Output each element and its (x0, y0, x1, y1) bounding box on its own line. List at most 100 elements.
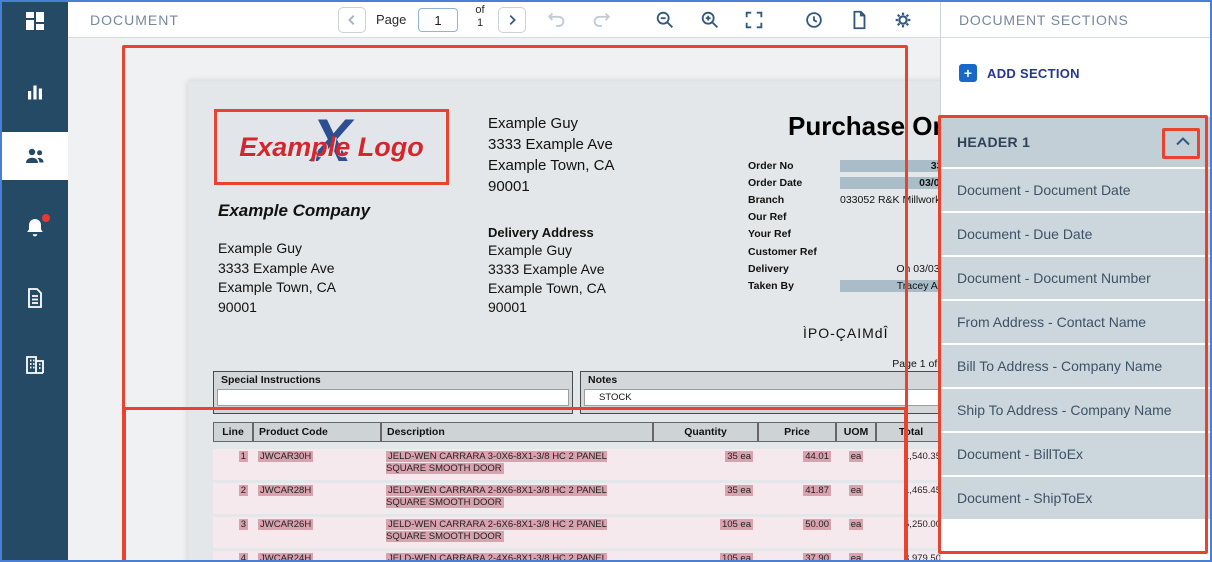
prev-page-button[interactable] (338, 7, 366, 33)
cell-total: 1,540.35 (876, 449, 946, 480)
section-item[interactable]: Document - Document Date (941, 169, 1212, 211)
address-line: 3333 Example Ave (218, 259, 336, 279)
table-row[interactable]: 4JWCAR24HJELD-WEN CARRARA 2-4X6-8X1-3/8 … (213, 551, 946, 562)
section-item[interactable]: Bill To Address - Company Name (941, 345, 1212, 387)
cell-desc-text: JELD-WEN CARRARA 2-4X6-8X1-3/8 HC 2 PANE… (386, 553, 607, 562)
barcode-text: ÌPO-ÇAIMdÎ (803, 325, 888, 341)
line-items-table: LineProduct CodeDescriptionQuantityPrice… (213, 422, 946, 562)
section-group-header[interactable]: HEADER 1 (941, 117, 1212, 167)
section-item[interactable]: Document - BillToEx (941, 433, 1212, 475)
zoom-in-icon[interactable] (699, 9, 721, 31)
address-line: 90001 (218, 298, 336, 318)
sidebar-item-notifications[interactable] (2, 206, 68, 254)
add-section-button[interactable]: + ADD SECTION (959, 64, 1212, 82)
address-line: 90001 (488, 298, 606, 317)
po-field-row: Order Date03/03/20 (748, 174, 960, 191)
dashboard-icon[interactable] (23, 9, 47, 33)
section-item[interactable]: Ship To Address - Company Name (941, 389, 1212, 431)
sidebar (2, 2, 68, 560)
toolbar: DOCUMENT Page of1 (68, 2, 940, 38)
po-field-label: Taken By (748, 280, 840, 292)
cell-qty: 35 ea (653, 449, 758, 480)
cell-line: 1 (213, 449, 253, 480)
items-header-cell: Description (381, 422, 653, 442)
cell-price-text: 44.01 (803, 451, 831, 462)
file-icon[interactable] (848, 9, 870, 31)
po-field-label: Customer Ref (748, 246, 840, 258)
items-header-cell: Quantity (653, 422, 758, 442)
special-instructions-value (217, 389, 569, 406)
table-row[interactable]: 1JWCAR30HJELD-WEN CARRARA 3-0X6-8X1-3/8 … (213, 449, 946, 480)
document-canvas: X Example Logo Example Company Example G… (68, 38, 940, 562)
items-header-cell: Price (758, 422, 836, 442)
document-preview[interactable]: X Example Logo Example Company Example G… (188, 81, 974, 562)
cell-price: 41.87 (758, 483, 836, 514)
po-field-row: Taken ByTracey Austin (748, 277, 960, 294)
items-header-cell: UOM (836, 422, 876, 442)
table-row[interactable]: 3JWCAR26HJELD-WEN CARRARA 2-6X6-8X1-3/8 … (213, 517, 946, 548)
po-field-row: Customer Ref (748, 243, 960, 260)
sections-panel-title: DOCUMENT SECTIONS (941, 2, 1212, 38)
cell-uom-text: ea (849, 519, 864, 530)
po-field-row: Your Ref (748, 226, 960, 243)
section-item[interactable]: Document - Due Date (941, 213, 1212, 255)
po-field-label: Branch (748, 194, 840, 206)
from-address: Example Guy 3333 Example Ave Example Tow… (218, 239, 336, 317)
cell-line: 2 (213, 483, 253, 514)
sidebar-item-company[interactable] (2, 340, 68, 388)
po-field-row: Branch033052 R&K Millwork & Trim (748, 191, 960, 208)
redo-icon[interactable] (590, 9, 612, 31)
cell-total-text: 3,979.50 (904, 553, 941, 562)
items-header-cell: Total (876, 422, 946, 442)
cell-uom-text: ea (849, 451, 864, 462)
header-section-group: HEADER 1 Document - Document DateDocumen… (941, 117, 1212, 519)
fullscreen-icon[interactable] (743, 9, 765, 31)
plus-icon: + (959, 64, 977, 82)
sidebar-item-contacts[interactable] (2, 132, 68, 180)
items-header-cell: Product Code (253, 422, 381, 442)
app-window: DOCUMENT Page of1 (0, 0, 1212, 562)
special-instructions-box: Special Instructions (213, 371, 573, 414)
cell-qty-text: 105 ea (720, 519, 753, 530)
cell-total-text: 1,540.35 (904, 451, 941, 462)
cell-total-text: 1,465.45 (904, 485, 941, 496)
chevron-up-icon[interactable] (1172, 131, 1194, 153)
cell-line-text: 4 (239, 553, 248, 562)
cell-price-text: 41.87 (803, 485, 831, 496)
zoom-out-icon[interactable] (654, 9, 676, 31)
document-icon (23, 286, 47, 310)
cell-desc: JELD-WEN CARRARA 3-0X6-8X1-3/8 HC 2 PANE… (381, 449, 653, 480)
cell-uom-text: ea (849, 553, 864, 562)
page-label: Page (376, 12, 406, 27)
sidebar-item-documents[interactable] (2, 274, 68, 322)
cell-price: 50.00 (758, 517, 836, 548)
history-icon[interactable] (803, 9, 825, 31)
page-total: of1 (467, 4, 493, 30)
cell-line: 4 (213, 551, 253, 562)
sidebar-item-analytics[interactable] (2, 68, 68, 116)
section-item[interactable]: From Address - Contact Name (941, 301, 1212, 343)
items-header-cell: Line (213, 422, 253, 442)
po-field-row: Order No33414 (748, 157, 960, 174)
undo-icon[interactable] (546, 9, 568, 31)
cell-desc-text: JELD-WEN CARRARA 3-0X6-8X1-3/8 HC 2 PANE… (386, 451, 607, 474)
address-line: Example Town, CA (218, 278, 336, 298)
po-field-label: Delivery (748, 263, 840, 275)
cell-price-text: 50.00 (803, 519, 831, 530)
page-number-input[interactable] (418, 8, 458, 32)
po-field-label: Our Ref (748, 211, 840, 223)
cell-desc-text: JELD-WEN CARRARA 2-8X6-8X1-3/8 HC 2 PANE… (386, 485, 607, 508)
section-item[interactable]: Document - Document Number (941, 257, 1212, 299)
contact-address: Example Guy 3333 Example Ave Example Tow… (488, 113, 614, 197)
next-page-button[interactable] (498, 7, 526, 33)
settings-gear-icon[interactable] (892, 9, 914, 31)
po-field-label: Your Ref (748, 228, 840, 240)
table-row[interactable]: 2JWCAR28HJELD-WEN CARRARA 2-8X6-8X1-3/8 … (213, 483, 946, 514)
chevron-left-icon (345, 13, 359, 27)
logo-text: Example Logo (239, 132, 424, 163)
section-item[interactable]: Document - ShipToEx (941, 477, 1212, 519)
cell-qty-text: 35 ea (725, 451, 753, 462)
document-sections-panel: DOCUMENT SECTIONS + ADD SECTION HEADER 1… (940, 2, 1212, 560)
notes-value: STOCK (584, 389, 942, 406)
cell-uom: ea (836, 449, 876, 480)
